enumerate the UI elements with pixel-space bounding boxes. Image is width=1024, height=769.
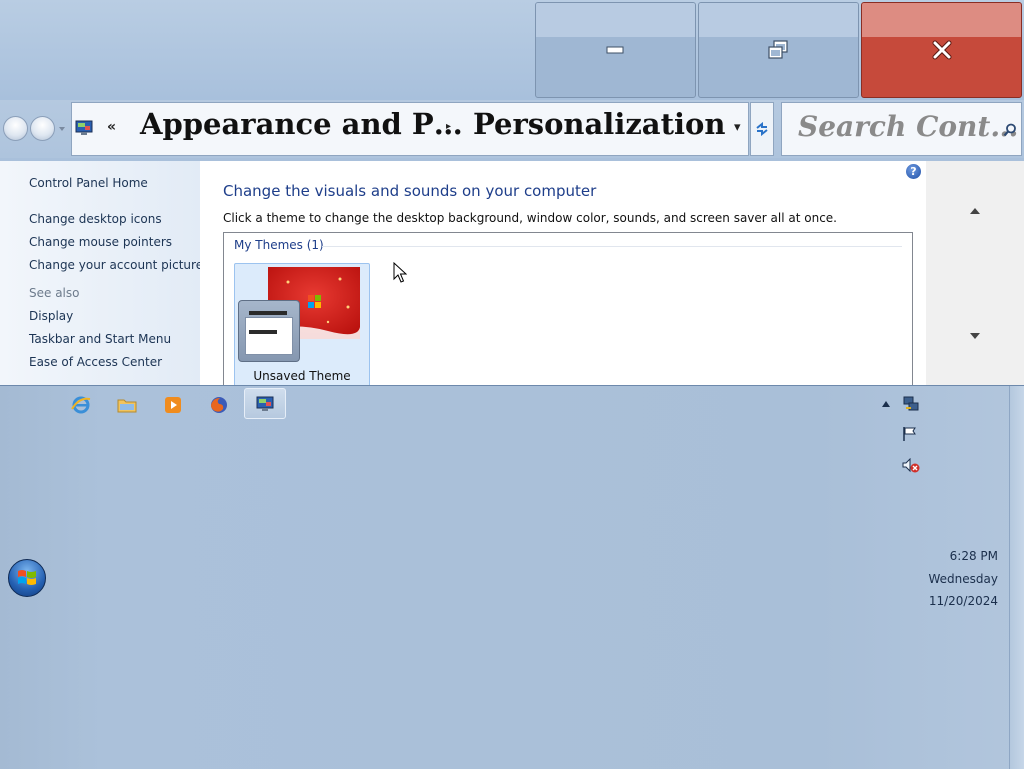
- group-divider: [322, 246, 902, 247]
- change-mouse-pointers-link[interactable]: Change mouse pointers: [29, 235, 172, 249]
- action-center-flag-icon[interactable]: [902, 426, 918, 442]
- control-panel-icon: [75, 120, 93, 135]
- theme-name-label: Unsaved Theme: [253, 369, 351, 383]
- taskbar: 6:28 PM Wednesday 11/20/2024: [0, 385, 1024, 769]
- help-button[interactable]: ?: [906, 164, 921, 179]
- back-forward-buttons: [3, 116, 65, 142]
- taskbar-start-menu-link[interactable]: Taskbar and Start Menu: [29, 332, 171, 346]
- search-box[interactable]: Search Cont…: [781, 102, 1022, 156]
- search-icon[interactable]: [1003, 123, 1017, 137]
- scroll-down-icon[interactable]: [970, 333, 980, 339]
- volume-muted-icon[interactable]: [902, 458, 920, 474]
- show-desktop-button[interactable]: [1009, 386, 1024, 769]
- address-dropdown-icon[interactable]: ▾: [734, 120, 741, 135]
- mouse-cursor-icon: [393, 262, 407, 283]
- clock-date[interactable]: 11/20/2024: [929, 594, 998, 608]
- close-button[interactable]: [861, 2, 1022, 98]
- display-link[interactable]: Display: [29, 309, 73, 323]
- search-placeholder: Search Cont…: [798, 110, 1019, 143]
- show-hidden-icons-button[interactable]: [882, 401, 890, 407]
- restore-button[interactable]: [698, 2, 859, 98]
- clock-time[interactable]: 6:28 PM: [950, 549, 998, 563]
- ease-of-access-link[interactable]: Ease of Access Center: [29, 355, 162, 369]
- refresh-button[interactable]: [750, 102, 774, 156]
- windows-logo-icon: [18, 570, 36, 585]
- breadcrumb-personalization[interactable]: Personalization: [473, 107, 725, 141]
- themes-list: My Themes (1) Unsaved Theme: [223, 232, 913, 392]
- help-icon: ?: [910, 165, 917, 178]
- control-panel-icon: [256, 396, 274, 411]
- theme-tile-unsaved[interactable]: Unsaved Theme: [234, 263, 370, 388]
- internet-explorer-icon[interactable]: [67, 391, 95, 419]
- refresh-icon: [756, 122, 768, 136]
- minimize-button[interactable]: [535, 2, 696, 98]
- address-bar[interactable]: « Appearance and P… ▸ Personalization ▾: [71, 102, 749, 156]
- see-also-heading: See also: [29, 286, 80, 300]
- control-panel-taskbar-button[interactable]: [244, 388, 286, 419]
- main-content: ? Change the visuals and sounds on your …: [200, 161, 926, 392]
- control-panel-home-link[interactable]: Control Panel Home: [29, 176, 148, 190]
- start-button[interactable]: [8, 559, 46, 597]
- change-account-picture-link[interactable]: Change your account picture: [29, 258, 203, 272]
- my-themes-group-label: My Themes (1): [234, 238, 324, 252]
- scroll-up-icon[interactable]: [970, 208, 980, 214]
- address-overflow-chevron[interactable]: «: [107, 119, 116, 135]
- page-title: Change the visuals and sounds on your co…: [223, 182, 597, 200]
- windows-explorer-icon[interactable]: [113, 391, 141, 419]
- close-icon: [932, 40, 951, 60]
- breadcrumb-appearance[interactable]: Appearance and P…: [140, 107, 463, 141]
- task-pane: Control Panel Home Change desktop icons …: [0, 161, 203, 385]
- media-player-icon[interactable]: [159, 391, 187, 419]
- restore-icon: [767, 40, 788, 59]
- firefox-icon[interactable]: [205, 391, 233, 419]
- minimize-icon: [606, 46, 623, 54]
- breadcrumb-separator-icon[interactable]: ▸: [446, 121, 451, 132]
- vertical-scrollbar[interactable]: [926, 161, 1024, 385]
- network-icon[interactable]: [902, 395, 920, 413]
- theme-window-color-preview: [238, 300, 300, 362]
- recent-pages-dropdown-icon[interactable]: [59, 126, 65, 132]
- forward-button[interactable]: [30, 116, 55, 141]
- title-bar: [0, 0, 1024, 100]
- navigation-bar: « Appearance and P… ▸ Personalization ▾ …: [0, 100, 1024, 158]
- clock-day[interactable]: Wednesday: [929, 572, 998, 586]
- page-description: Click a theme to change the desktop back…: [223, 211, 837, 225]
- change-desktop-icons-link[interactable]: Change desktop icons: [29, 212, 162, 226]
- back-button[interactable]: [3, 116, 28, 141]
